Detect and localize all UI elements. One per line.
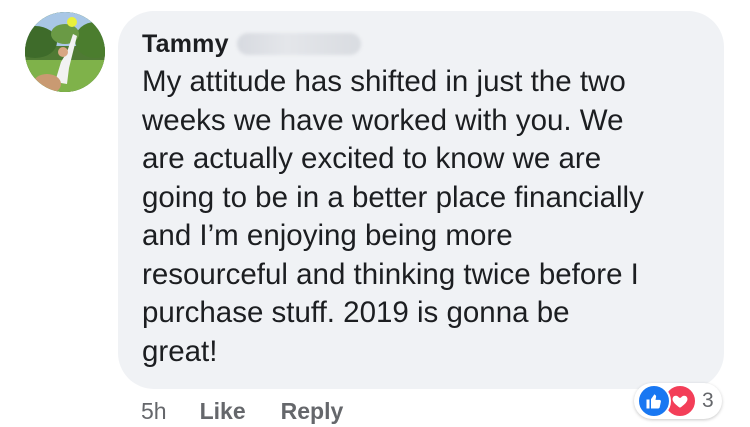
timestamp[interactable]: 5h	[141, 398, 167, 425]
comment-bubble: Tammy My attitude has shifted in just th…	[118, 11, 724, 389]
like-button[interactable]: Like	[200, 398, 246, 425]
reactions-summary[interactable]: 3	[634, 383, 722, 419]
comment-line: going to be in a better place financiall…	[142, 180, 644, 214]
comment-line: are actually excited to know we are	[142, 142, 602, 175]
author-name[interactable]: Tammy	[142, 30, 229, 59]
like-icon	[637, 384, 671, 418]
avatar[interactable]	[25, 12, 105, 92]
comment-line: great!	[142, 334, 218, 368]
avatar-photo	[25, 12, 105, 92]
redacted-surname	[236, 33, 361, 55]
comment-line: weeks we have worked with you. We	[142, 103, 624, 137]
comment-text: My attitude has shifted in just the two …	[142, 63, 700, 371]
comment-line: and I’m enjoying being more	[142, 219, 513, 252]
comment-line: My attitude has shifted in just the two	[142, 65, 626, 98]
comment-line: purchase stuff. 2019 is gonna be	[142, 296, 570, 329]
reply-button[interactable]: Reply	[281, 398, 344, 425]
author-row: Tammy	[142, 27, 700, 61]
comment-line: resourceful and thinking twice before I	[142, 257, 639, 291]
comment-actions: 5h Like Reply	[141, 395, 343, 427]
reaction-count: 3	[702, 389, 714, 412]
